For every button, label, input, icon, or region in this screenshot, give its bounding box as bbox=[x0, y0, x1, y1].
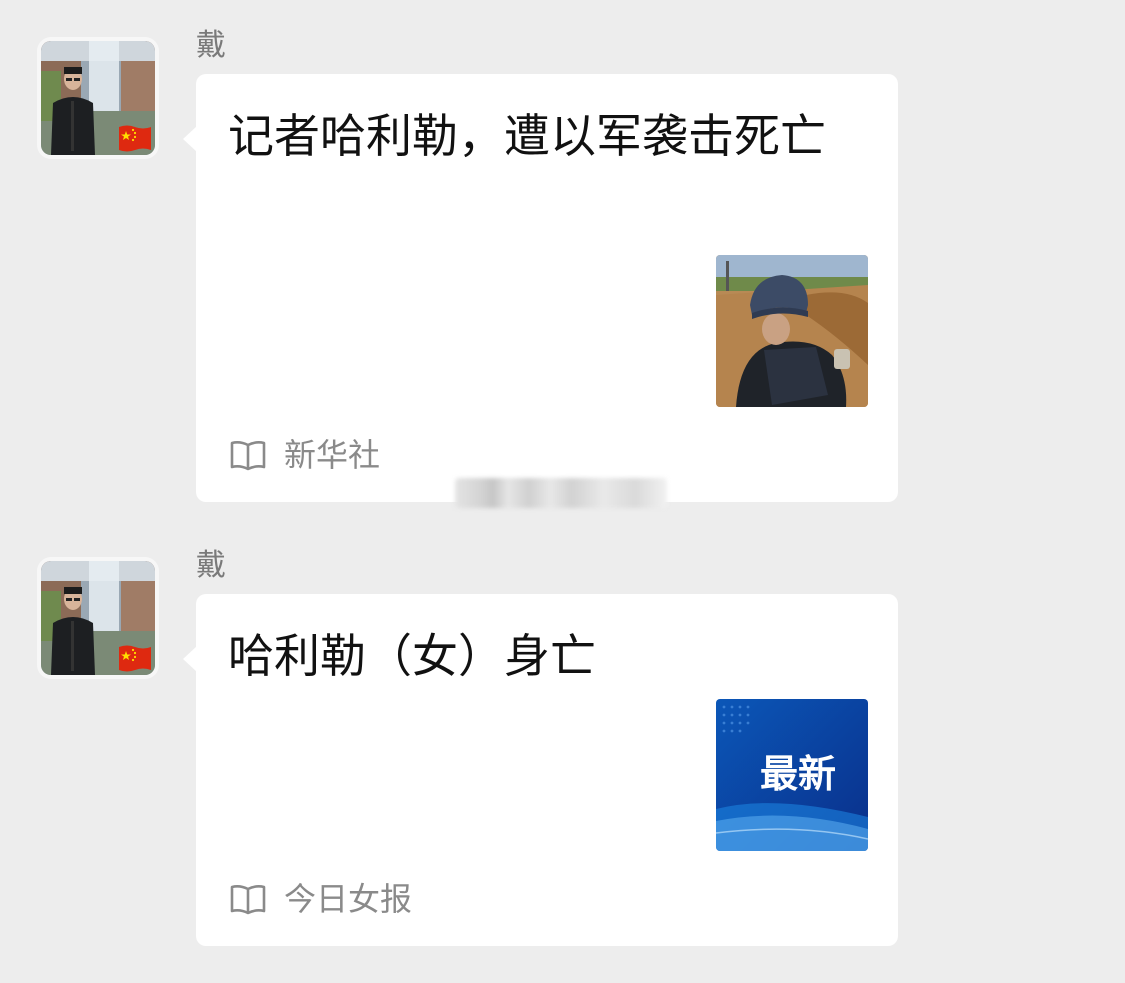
thumbnail-text: 最新 bbox=[760, 752, 836, 796]
open-book-icon bbox=[230, 441, 266, 471]
journalist-photo bbox=[716, 255, 868, 407]
avatar[interactable] bbox=[37, 557, 159, 679]
article-thumbnail: 最新 bbox=[716, 699, 868, 851]
source-label: 今日女报 bbox=[284, 880, 413, 918]
sender-name: 戴 bbox=[196, 28, 226, 63]
bubble-tail bbox=[183, 646, 197, 672]
article-source: 今日女报 bbox=[228, 879, 412, 919]
blurred-overlay bbox=[455, 478, 667, 508]
article-title: 哈利勒（女）身亡 bbox=[228, 629, 596, 683]
open-book-icon bbox=[230, 885, 266, 915]
sender-name: 戴 bbox=[196, 548, 226, 583]
avatar[interactable] bbox=[37, 37, 159, 159]
bubble-tail bbox=[183, 126, 197, 152]
breaking-news-banner: 最新 bbox=[716, 699, 868, 851]
chat-message: 戴 记者哈利勒，遭以军袭击死亡 新华社 bbox=[0, 0, 1125, 510]
article-card[interactable]: 记者哈利勒，遭以军袭击死亡 新华社 bbox=[183, 74, 898, 502]
source-label: 新华社 bbox=[284, 436, 381, 474]
article-thumbnail bbox=[716, 255, 868, 407]
chat-message: 戴 哈利勒（女）身亡 最新 今日女报 bbox=[0, 520, 1125, 970]
article-card[interactable]: 哈利勒（女）身亡 最新 今日女报 bbox=[183, 594, 898, 946]
china-flag-icon bbox=[119, 125, 151, 152]
article-source: 新华社 bbox=[228, 435, 380, 475]
china-flag-icon bbox=[119, 645, 151, 672]
article-title: 记者哈利勒，遭以军袭击死亡 bbox=[228, 109, 826, 163]
